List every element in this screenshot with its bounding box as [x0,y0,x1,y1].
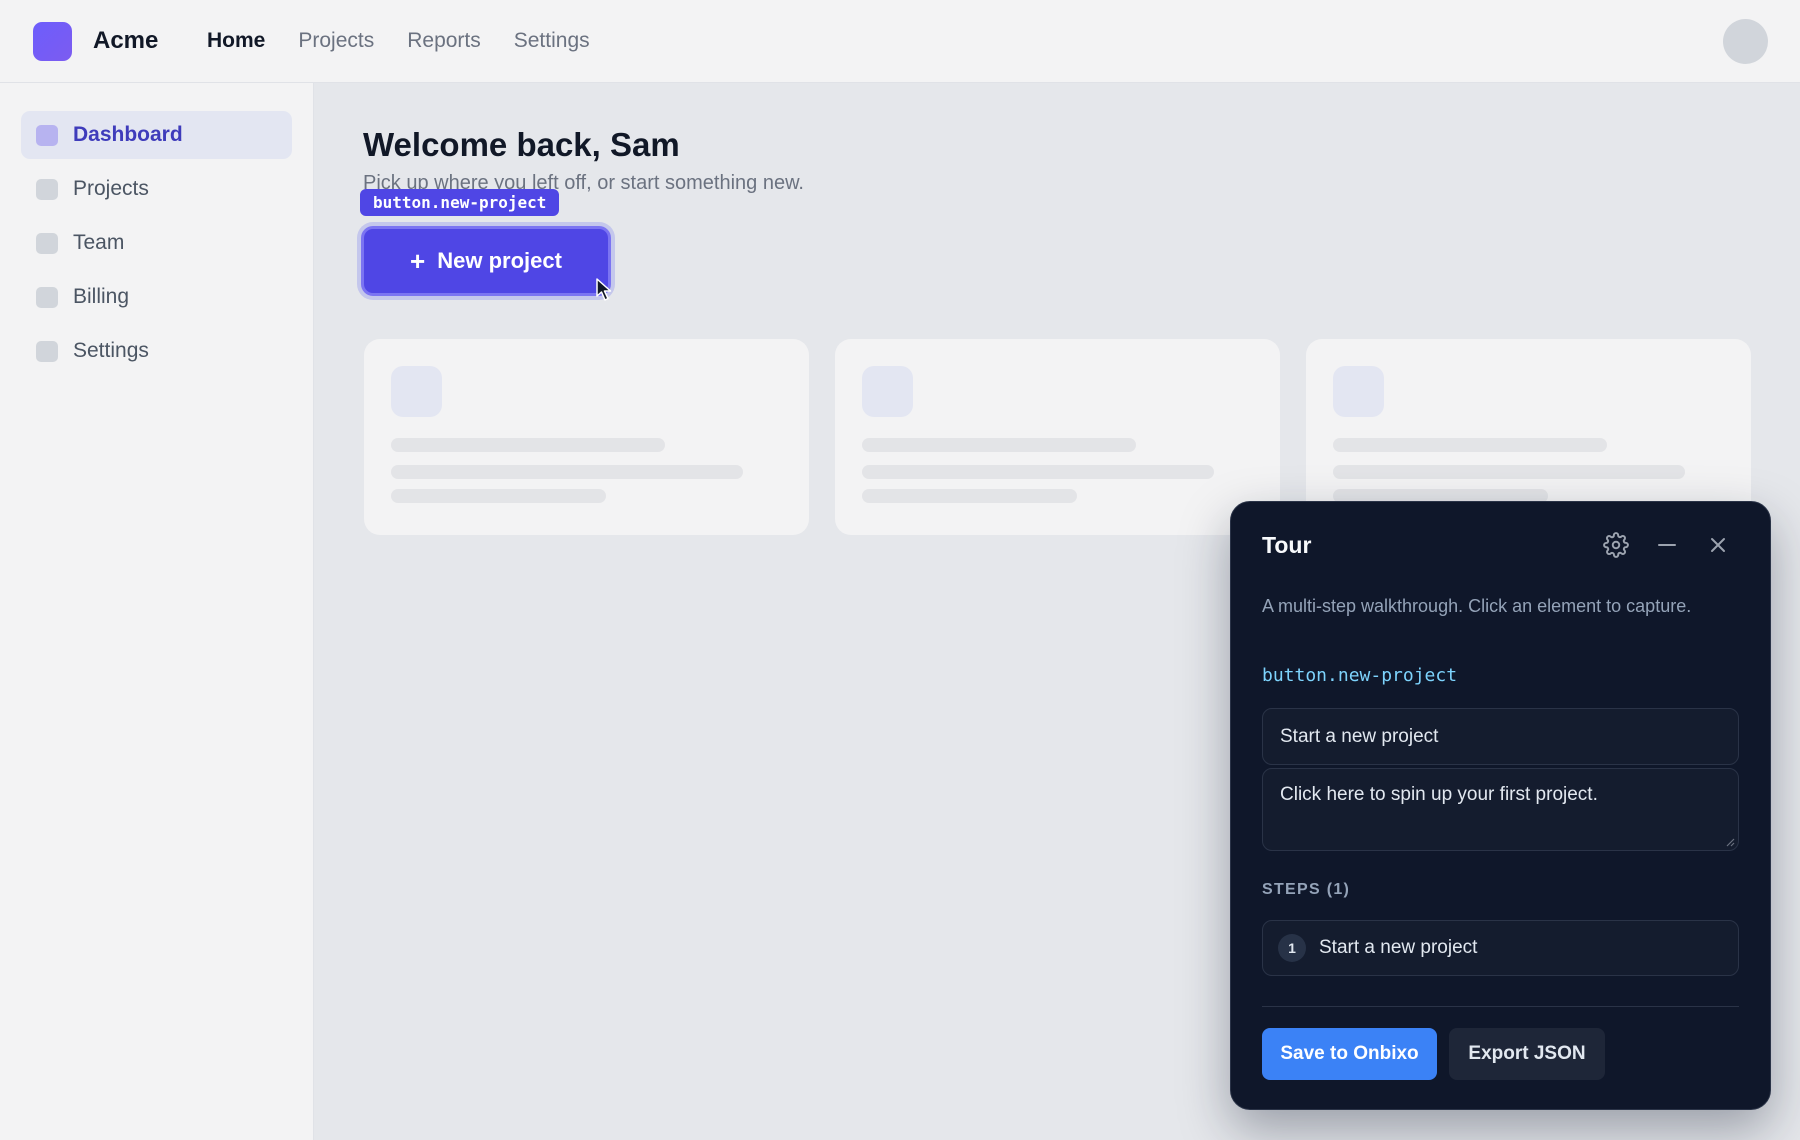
team-icon [36,232,58,254]
step-list-item[interactable]: 1 Start a new project [1262,920,1739,976]
sidebar: Dashboard Projects Team Billing Settings [0,83,314,1140]
step-number-badge: 1 [1278,934,1306,962]
step-body-textarea[interactable]: Click here to spin up your first project… [1262,768,1739,851]
export-json-button[interactable]: Export JSON [1449,1028,1605,1080]
top-bar: Acme Home Projects Reports Settings [0,0,1800,83]
sidebar-item-label: Billing [73,285,130,308]
step-title: Start a new project [1319,937,1478,958]
minimize-icon[interactable] [1652,530,1682,560]
nav-home[interactable]: Home [207,29,265,53]
step-title-input[interactable]: Start a new project [1262,708,1739,765]
gear-icon[interactable] [1601,530,1631,560]
tour-title: Tour [1262,532,1312,558]
logo-mark-icon [33,22,72,61]
sidebar-item-label: Settings [73,339,149,362]
dashboard-icon [36,124,58,146]
resize-handle-icon[interactable] [1725,837,1735,847]
skeleton-line [391,438,665,452]
skeleton-line [862,465,1214,479]
card-thumbnail [862,366,913,417]
skeleton-line [1333,438,1607,452]
new-project-button[interactable]: + New project [361,226,611,296]
avatar[interactable] [1723,19,1768,64]
sidebar-item-team[interactable]: Team [21,219,292,267]
steps-heading: STEPS (1) [1262,881,1351,898]
new-project-label: New project [437,248,562,273]
element-highlight-tag: button.new-project [360,189,560,216]
settings-icon [36,340,58,362]
brand-name: Acme [93,27,159,54]
top-nav: Home Projects Reports Settings [207,29,590,53]
skeleton-line [862,438,1136,452]
captured-selector: button.new-project [1262,665,1458,686]
close-icon[interactable] [1703,530,1733,560]
nav-settings[interactable]: Settings [514,29,590,53]
skeleton-line [862,489,1077,503]
sidebar-item-label: Dashboard [73,123,183,146]
skeleton-line [391,465,743,479]
nav-projects[interactable]: Projects [298,29,374,53]
plus-icon: + [410,246,426,276]
skeleton-line [1333,465,1685,479]
tour-panel: Tour A multi-step walkthrough. Click an … [1230,501,1771,1110]
save-to-onbixo-button[interactable]: Save to Onbixo [1262,1028,1437,1080]
step-body-text: Click here to spin up your first project… [1280,784,1598,805]
nav-reports[interactable]: Reports [407,29,481,53]
billing-icon [36,286,58,308]
card-thumbnail [391,366,442,417]
sidebar-item-billing[interactable]: Billing [21,273,292,321]
sidebar-item-dashboard[interactable]: Dashboard [21,111,292,159]
projects-icon [36,178,58,200]
sidebar-item-label: Projects [73,177,149,200]
skeleton-line [391,489,606,503]
sidebar-item-settings[interactable]: Settings [21,327,292,375]
page-title: Welcome back, Sam [363,126,680,163]
sidebar-item-projects[interactable]: Projects [21,165,292,213]
divider [1262,1006,1739,1007]
tour-description: A multi-step walkthrough. Click an eleme… [1262,596,1692,616]
placeholder-card [364,339,809,535]
card-thumbnail [1333,366,1384,417]
mouse-pointer-icon [596,278,612,301]
placeholder-card [835,339,1280,535]
sidebar-item-label: Team [73,231,125,254]
